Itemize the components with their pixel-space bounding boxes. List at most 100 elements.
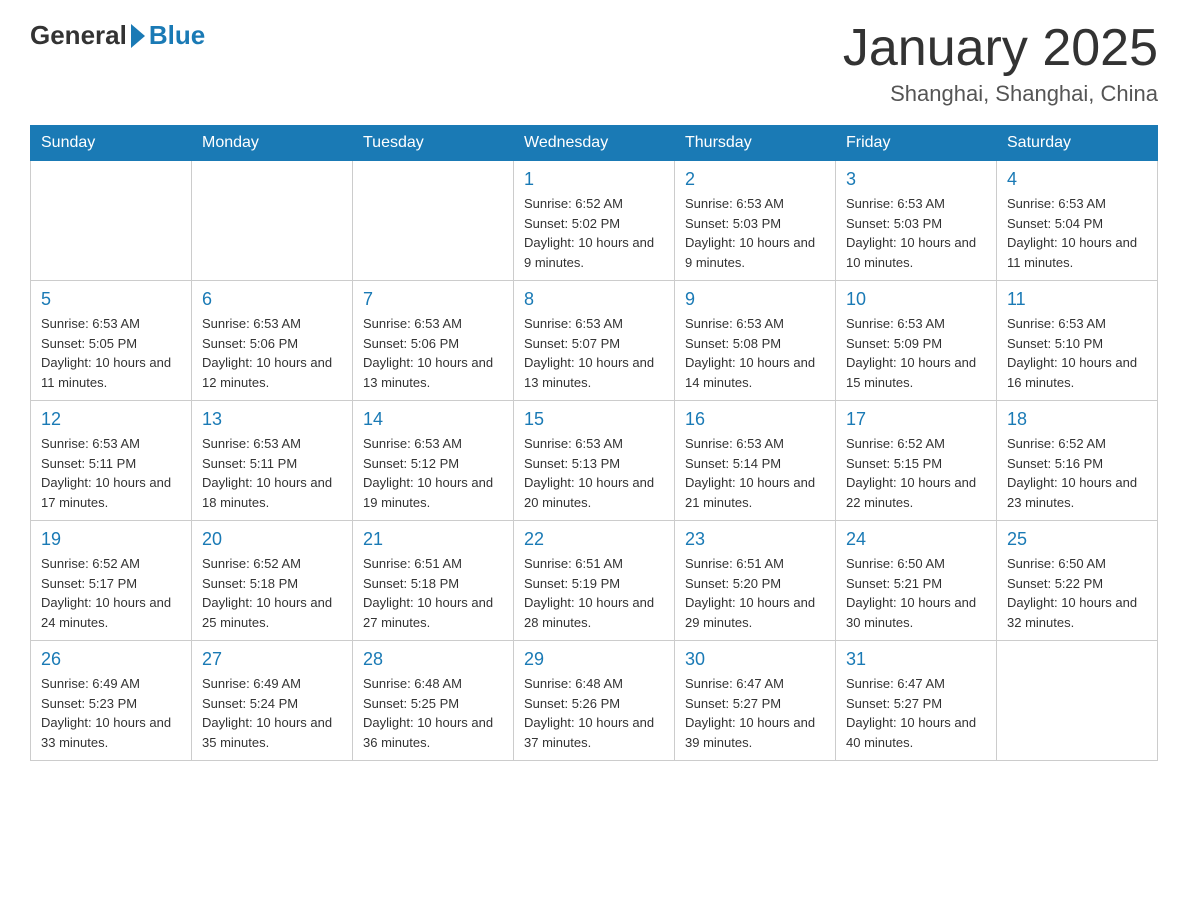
day-info: Sunrise: 6:49 AM Sunset: 5:24 PM Dayligh… [202,674,342,752]
day-number: 22 [524,529,664,550]
day-info: Sunrise: 6:53 AM Sunset: 5:09 PM Dayligh… [846,314,986,392]
day-number: 7 [363,289,503,310]
calendar-week-row: 12Sunrise: 6:53 AM Sunset: 5:11 PM Dayli… [31,401,1158,521]
day-info: Sunrise: 6:53 AM Sunset: 5:04 PM Dayligh… [1007,194,1147,272]
day-info: Sunrise: 6:50 AM Sunset: 5:22 PM Dayligh… [1007,554,1147,632]
day-number: 28 [363,649,503,670]
day-number: 25 [1007,529,1147,550]
calendar-day-cell: 24Sunrise: 6:50 AM Sunset: 5:21 PM Dayli… [836,521,997,641]
calendar-day-cell: 18 Sunrise: 6:52 AM Sunset: 5:16 PM Dayli… [997,401,1158,521]
day-number: 9 [685,289,825,310]
day-info: Sunrise: 6:48 AM Sunset: 5:25 PM Dayligh… [363,674,503,752]
calendar-day-cell [997,641,1158,761]
day-of-week-header: Wednesday [514,126,675,161]
calendar-day-cell: 3Sunrise: 6:53 AM Sunset: 5:03 PM Daylig… [836,161,997,281]
calendar-day-cell: 23 Sunrise: 6:51 AM Sunset: 5:20 PM Dayli… [675,521,836,641]
day-of-week-header: Tuesday [353,126,514,161]
calendar-day-cell: 5 Sunrise: 6:53 AM Sunset: 5:05 PM Daylig… [31,281,192,401]
day-number: 31 [846,649,986,670]
page-header: General Blue January 2025 Shanghai, Shan… [30,20,1158,107]
day-info: Sunrise: 6:51 AM Sunset: 5:20 PM Dayligh… [685,554,825,632]
calendar-day-cell: 30Sunrise: 6:47 AM Sunset: 5:27 PM Dayli… [675,641,836,761]
day-number: 13 [202,409,342,430]
calendar-day-cell: 14 Sunrise: 6:53 AM Sunset: 5:12 PM Dayli… [353,401,514,521]
day-info: Sunrise: 6:52 AM Sunset: 5:16 PM Dayligh… [1007,434,1147,512]
calendar-day-cell: 27 Sunrise: 6:49 AM Sunset: 5:24 PM Dayli… [192,641,353,761]
day-info: Sunrise: 6:53 AM Sunset: 5:06 PM Dayligh… [363,314,503,392]
calendar-week-row: 26Sunrise: 6:49 AM Sunset: 5:23 PM Dayli… [31,641,1158,761]
calendar-day-cell: 22 Sunrise: 6:51 AM Sunset: 5:19 PM Dayli… [514,521,675,641]
day-info: Sunrise: 6:53 AM Sunset: 5:08 PM Dayligh… [685,314,825,392]
day-info: Sunrise: 6:52 AM Sunset: 5:02 PM Dayligh… [524,194,664,272]
calendar-day-cell [353,161,514,281]
day-info: Sunrise: 6:53 AM Sunset: 5:10 PM Dayligh… [1007,314,1147,392]
day-number: 15 [524,409,664,430]
day-info: Sunrise: 6:53 AM Sunset: 5:14 PM Dayligh… [685,434,825,512]
day-info: Sunrise: 6:53 AM Sunset: 5:11 PM Dayligh… [202,434,342,512]
day-of-week-header: Saturday [997,126,1158,161]
calendar-day-cell: 21 Sunrise: 6:51 AM Sunset: 5:18 PM Dayli… [353,521,514,641]
day-number: 29 [524,649,664,670]
calendar-day-cell: 17 Sunrise: 6:52 AM Sunset: 5:15 PM Dayli… [836,401,997,521]
calendar-day-cell: 4 Sunrise: 6:53 AM Sunset: 5:04 PM Daylig… [997,161,1158,281]
day-info: Sunrise: 6:48 AM Sunset: 5:26 PM Dayligh… [524,674,664,752]
day-info: Sunrise: 6:51 AM Sunset: 5:19 PM Dayligh… [524,554,664,632]
calendar-day-cell: 8Sunrise: 6:53 AM Sunset: 5:07 PM Daylig… [514,281,675,401]
day-number: 3 [846,169,986,190]
day-info: Sunrise: 6:53 AM Sunset: 5:06 PM Dayligh… [202,314,342,392]
calendar-table: SundayMondayTuesdayWednesdayThursdayFrid… [30,125,1158,761]
calendar-day-cell: 12Sunrise: 6:53 AM Sunset: 5:11 PM Dayli… [31,401,192,521]
day-number: 6 [202,289,342,310]
calendar-day-cell [31,161,192,281]
day-of-week-header: Sunday [31,126,192,161]
day-number: 23 [685,529,825,550]
calendar-day-cell: 11Sunrise: 6:53 AM Sunset: 5:10 PM Dayli… [997,281,1158,401]
day-number: 5 [41,289,181,310]
calendar-day-cell: 10 Sunrise: 6:53 AM Sunset: 5:09 PM Dayli… [836,281,997,401]
calendar-week-row: 5 Sunrise: 6:53 AM Sunset: 5:05 PM Daylig… [31,281,1158,401]
logo: General Blue [30,20,205,51]
calendar-day-cell: 7 Sunrise: 6:53 AM Sunset: 5:06 PM Daylig… [353,281,514,401]
logo-blue-text: Blue [149,20,205,51]
calendar-day-cell: 28 Sunrise: 6:48 AM Sunset: 5:25 PM Dayli… [353,641,514,761]
calendar-week-row: 1 Sunrise: 6:52 AM Sunset: 5:02 PM Daylig… [31,161,1158,281]
logo-general-text: General [30,20,127,51]
day-number: 26 [41,649,181,670]
day-number: 1 [524,169,664,190]
day-info: Sunrise: 6:53 AM Sunset: 5:13 PM Dayligh… [524,434,664,512]
day-info: Sunrise: 6:47 AM Sunset: 5:27 PM Dayligh… [846,674,986,752]
calendar-header-row: SundayMondayTuesdayWednesdayThursdayFrid… [31,126,1158,161]
day-number: 21 [363,529,503,550]
calendar-week-row: 19Sunrise: 6:52 AM Sunset: 5:17 PM Dayli… [31,521,1158,641]
calendar-day-cell: 9 Sunrise: 6:53 AM Sunset: 5:08 PM Daylig… [675,281,836,401]
day-of-week-header: Monday [192,126,353,161]
day-number: 20 [202,529,342,550]
day-info: Sunrise: 6:51 AM Sunset: 5:18 PM Dayligh… [363,554,503,632]
day-number: 4 [1007,169,1147,190]
day-info: Sunrise: 6:53 AM Sunset: 5:05 PM Dayligh… [41,314,181,392]
calendar-day-cell: 13 Sunrise: 6:53 AM Sunset: 5:11 PM Dayli… [192,401,353,521]
calendar-day-cell: 31 Sunrise: 6:47 AM Sunset: 5:27 PM Dayli… [836,641,997,761]
day-number: 14 [363,409,503,430]
location-title: Shanghai, Shanghai, China [843,81,1158,107]
day-info: Sunrise: 6:52 AM Sunset: 5:17 PM Dayligh… [41,554,181,632]
day-info: Sunrise: 6:50 AM Sunset: 5:21 PM Dayligh… [846,554,986,632]
day-of-week-header: Thursday [675,126,836,161]
day-info: Sunrise: 6:53 AM Sunset: 5:03 PM Dayligh… [685,194,825,272]
logo-triangle-icon [131,24,145,48]
calendar-day-cell: 19Sunrise: 6:52 AM Sunset: 5:17 PM Dayli… [31,521,192,641]
day-number: 27 [202,649,342,670]
day-number: 17 [846,409,986,430]
day-number: 10 [846,289,986,310]
day-number: 16 [685,409,825,430]
calendar-day-cell: 26Sunrise: 6:49 AM Sunset: 5:23 PM Dayli… [31,641,192,761]
day-number: 2 [685,169,825,190]
calendar-day-cell: 1 Sunrise: 6:52 AM Sunset: 5:02 PM Daylig… [514,161,675,281]
day-info: Sunrise: 6:52 AM Sunset: 5:15 PM Dayligh… [846,434,986,512]
day-info: Sunrise: 6:53 AM Sunset: 5:12 PM Dayligh… [363,434,503,512]
day-number: 18 [1007,409,1147,430]
calendar-day-cell: 25 Sunrise: 6:50 AM Sunset: 5:22 PM Dayli… [997,521,1158,641]
calendar-day-cell: 29 Sunrise: 6:48 AM Sunset: 5:26 PM Dayli… [514,641,675,761]
calendar-day-cell: 6 Sunrise: 6:53 AM Sunset: 5:06 PM Daylig… [192,281,353,401]
day-info: Sunrise: 6:52 AM Sunset: 5:18 PM Dayligh… [202,554,342,632]
